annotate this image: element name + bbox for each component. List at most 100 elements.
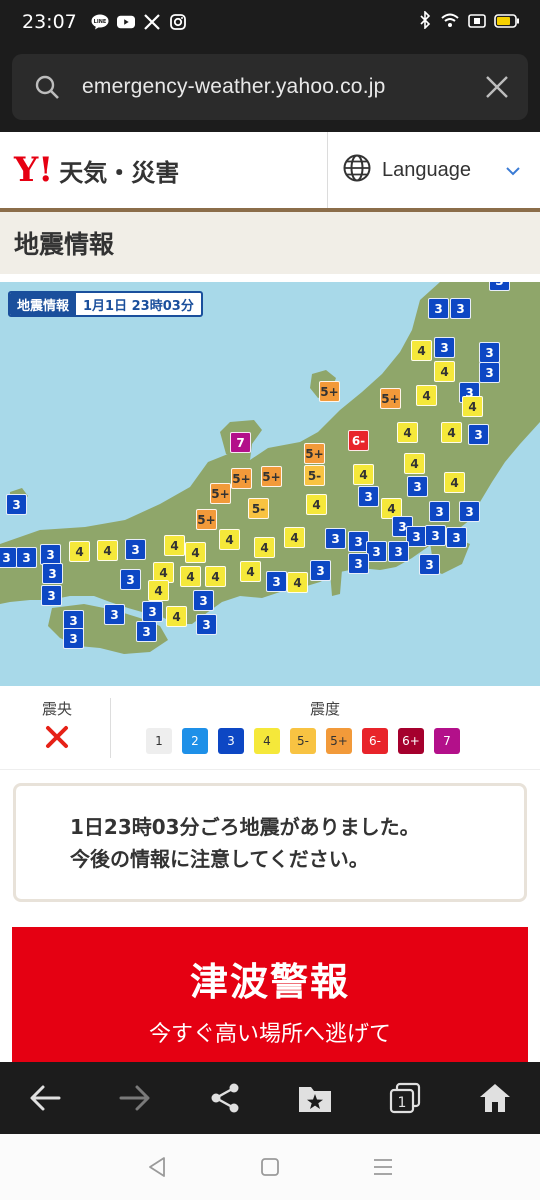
tabs-icon[interactable]: 1: [375, 1068, 435, 1128]
intensity-marker-4: 4: [462, 396, 483, 417]
tsunami-warning-subtitle: 今すぐ高い場所へ逃げて: [148, 1022, 391, 1047]
intensity-marker-3: 3: [428, 298, 449, 319]
intensity-marker-4: 4: [205, 566, 226, 587]
instagram-icon: [169, 14, 187, 30]
status-app-icons: LINE: [91, 14, 187, 30]
nav-back-icon[interactable]: [137, 1147, 177, 1187]
address-bar[interactable]: emergency-weather.yahoo.co.jp: [12, 54, 528, 120]
intensity-marker-4: 4: [287, 572, 308, 593]
battery-icon: [494, 13, 520, 32]
intensity-marker-4: 4: [185, 542, 206, 563]
intensity-marker-4: 4: [404, 453, 425, 474]
intensity-marker-4: 4: [254, 537, 275, 558]
intensity-marker-4: 4: [397, 422, 418, 443]
intensity-marker-4: 4: [180, 566, 201, 587]
intensity-marker-3: 3: [479, 342, 500, 363]
site-name: 天気・災害: [59, 158, 180, 187]
intensity-marker-5+: 5+: [261, 466, 282, 487]
message-line-1: 1日23時03分ごろ地震がありました。: [70, 814, 420, 839]
earthquake-map[interactable]: 地震情報 1月1日 23時03分 3334334335+5+4476-4435+…: [0, 282, 540, 686]
intensity-marker-3: 3: [325, 528, 346, 549]
intensity-marker-4: 4: [416, 385, 437, 406]
intensity-marker-3: 3: [425, 525, 446, 546]
intensity-marker-3: 3: [63, 628, 84, 649]
legend-divider: [110, 698, 111, 758]
nav-home-icon[interactable]: [250, 1147, 290, 1187]
browser-url-area: emergency-weather.yahoo.co.jp: [0, 44, 540, 132]
sim-icon: [468, 13, 486, 32]
close-icon[interactable]: [466, 75, 528, 99]
intensity-marker-3: 3: [406, 526, 427, 547]
intensity-marker-3: 3: [358, 486, 379, 507]
home-icon[interactable]: [465, 1068, 525, 1128]
intensity-marker-3: 3: [41, 585, 62, 606]
intensity-scale: 1 2 3 4 5- 5+ 6- 6+ 7: [146, 728, 460, 754]
bookmark-folder-icon[interactable]: [285, 1068, 345, 1128]
legend-swatch-3: 3: [218, 728, 244, 754]
system-nav-bar: [0, 1134, 540, 1200]
tsunami-warning-title: 津波警報: [189, 960, 350, 1004]
intensity-marker-3: 3: [142, 601, 163, 622]
intensity-marker-3: 3: [388, 541, 409, 562]
x-icon: [143, 14, 161, 30]
intensity-marker-4: 4: [306, 494, 327, 515]
legend-epicenter-label: 震央: [41, 700, 72, 718]
legend-swatch-7: 7: [434, 728, 460, 754]
intensity-marker-7: 7: [230, 432, 251, 453]
intensity-marker-4: 4: [411, 340, 432, 361]
intensity-marker-5+: 5+: [380, 388, 401, 409]
site-header: Y! 天気・災害 Language: [0, 132, 540, 208]
share-icon[interactable]: [195, 1068, 255, 1128]
site-logo[interactable]: Y! 天気・災害: [0, 132, 328, 208]
intensity-marker-6-: 6-: [348, 430, 369, 451]
yahoo-logo: Y!: [14, 150, 54, 190]
intensity-marker-3: 3: [468, 424, 489, 445]
legend-swatch-1: 1: [146, 728, 172, 754]
back-arrow-icon[interactable]: [15, 1068, 75, 1128]
intensity-marker-3: 3: [459, 501, 480, 522]
section-header: 地震情報: [0, 212, 540, 274]
intensity-marker-3: 3: [434, 337, 455, 358]
language-selector[interactable]: Language: [328, 132, 540, 208]
intensity-marker-5+: 5+: [210, 483, 231, 504]
intensity-marker-3: 3: [196, 614, 217, 635]
legend-swatch-4: 4: [254, 728, 280, 754]
youtube-icon: [116, 14, 135, 30]
intensity-marker-4: 4: [166, 606, 187, 627]
legend-swatch-6+: 6+: [398, 728, 424, 754]
intensity-marker-4: 4: [444, 472, 465, 493]
intensity-marker-5-: 5-: [248, 498, 269, 519]
intensity-marker-4: 4: [240, 561, 261, 582]
intensity-marker-3: 3: [40, 544, 61, 565]
intensity-marker-4: 4: [97, 540, 118, 561]
line-icon: LINE: [91, 14, 109, 30]
intensity-marker-4: 4: [434, 361, 455, 382]
intensity-marker-3: 3: [446, 527, 467, 548]
intensity-marker-3: 3: [136, 621, 157, 642]
legend-swatch-6-: 6-: [362, 728, 388, 754]
intensity-marker-3: 3: [348, 553, 369, 574]
wifi-icon: [440, 12, 460, 32]
intensity-marker-3: 3: [419, 554, 440, 575]
intensity-marker-4: 4: [353, 464, 374, 485]
legend-swatch-5-: 5-: [290, 728, 316, 754]
nav-menu-icon[interactable]: [363, 1147, 403, 1187]
map-info-tag: 地震情報 1月1日 23時03分: [8, 291, 203, 317]
intensity-marker-5+: 5+: [304, 443, 325, 464]
intensity-marker-3: 3: [310, 560, 331, 581]
message-line-2: 今後の情報に注意してください。: [70, 846, 369, 871]
status-bar: 23:07 LINE: [0, 0, 540, 44]
section-title: 地震情報: [14, 230, 115, 259]
legend-intensity-label: 震度: [309, 700, 340, 718]
legend-epicenter: 震央: [22, 698, 92, 753]
forward-arrow-icon[interactable]: [105, 1068, 165, 1128]
tsunami-warning-banner[interactable]: 津波警報 今すぐ高い場所へ逃げて: [12, 927, 528, 1067]
intensity-marker-3: 3: [6, 494, 27, 515]
intensity-marker-4: 4: [219, 529, 240, 550]
svg-text:LINE: LINE: [93, 19, 106, 25]
legend-swatch-2: 2: [182, 728, 208, 754]
intensity-marker-4: 4: [164, 535, 185, 556]
intensity-marker-5+: 5+: [231, 468, 252, 489]
status-time: 23:07: [22, 11, 77, 33]
url-text[interactable]: emergency-weather.yahoo.co.jp: [82, 75, 466, 99]
